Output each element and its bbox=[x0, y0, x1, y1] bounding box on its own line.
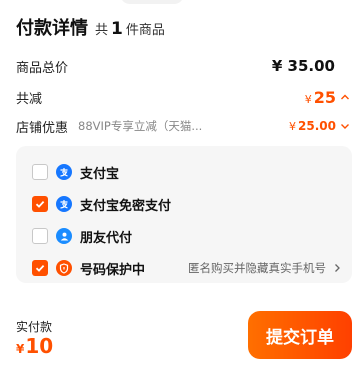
discount-row[interactable]: 共减 ¥25 bbox=[16, 87, 350, 107]
submit-order-button[interactable]: 提交订单 bbox=[248, 311, 352, 359]
store-discount-desc: 88VIP专享立减（天猫... bbox=[78, 119, 203, 133]
chevron-right-icon[interactable] bbox=[332, 263, 342, 273]
payment-option-alipay-nopwd[interactable]: 支付宝免密支付 bbox=[32, 194, 342, 214]
store-discount-label: 店铺优惠 bbox=[16, 120, 69, 136]
alipay-icon bbox=[56, 164, 72, 180]
shield-icon bbox=[56, 260, 72, 276]
page-title: 付款详情 bbox=[16, 18, 88, 39]
store-discount-row[interactable]: 店铺优惠 88VIP专享立减（天猫... ¥25.00 bbox=[16, 116, 350, 136]
total-price-label: 商品总价 bbox=[16, 60, 69, 76]
number-protection-row[interactable]: 号码保护中 匿名购买并隐藏真实手机号 bbox=[32, 258, 342, 278]
paid-amount-label: 实付款 bbox=[16, 320, 53, 334]
store-discount-amount: ¥25.00 bbox=[289, 119, 336, 133]
payment-option-name: 支付宝免密支付 bbox=[80, 198, 172, 214]
sheet-top-edge bbox=[120, 0, 184, 4]
alipay-nopwd-checkbox[interactable] bbox=[32, 196, 48, 212]
alipay-checkbox[interactable] bbox=[32, 164, 48, 180]
number-protection-checkbox[interactable] bbox=[32, 260, 48, 276]
paid-amount: ¥10 bbox=[16, 334, 54, 358]
payment-option-friend-pay[interactable]: 朋友代付 bbox=[32, 226, 342, 246]
payment-option-name: 支付宝 bbox=[80, 166, 120, 182]
payment-details-header: 付款详情 共 1 件商品 bbox=[16, 14, 165, 39]
friend-pay-icon bbox=[56, 228, 72, 244]
payment-option-name: 号码保护中 bbox=[80, 262, 146, 278]
chevron-down-icon[interactable] bbox=[340, 121, 350, 131]
discount-label: 共减 bbox=[16, 91, 43, 107]
total-price-value: ¥ 35.00 bbox=[271, 57, 335, 75]
payment-option-alipay[interactable]: 支付宝 bbox=[32, 162, 342, 182]
item-count: 共 1 件商品 bbox=[95, 19, 165, 39]
total-price-row: 商品总价 ¥ 35.00 bbox=[16, 56, 350, 76]
discount-amount: ¥25 bbox=[304, 87, 336, 107]
payment-methods-panel: 支付宝 支付宝免密支付 朋友代付 号码保护中 匿名购买并隐藏真实手机号 bbox=[16, 146, 352, 283]
payment-option-name: 朋友代付 bbox=[80, 230, 133, 246]
friend-pay-checkbox[interactable] bbox=[32, 228, 48, 244]
alipay-icon bbox=[56, 196, 72, 212]
number-protection-desc: 匿名购买并隐藏真实手机号 bbox=[188, 261, 326, 275]
chevron-up-icon[interactable] bbox=[340, 92, 350, 102]
